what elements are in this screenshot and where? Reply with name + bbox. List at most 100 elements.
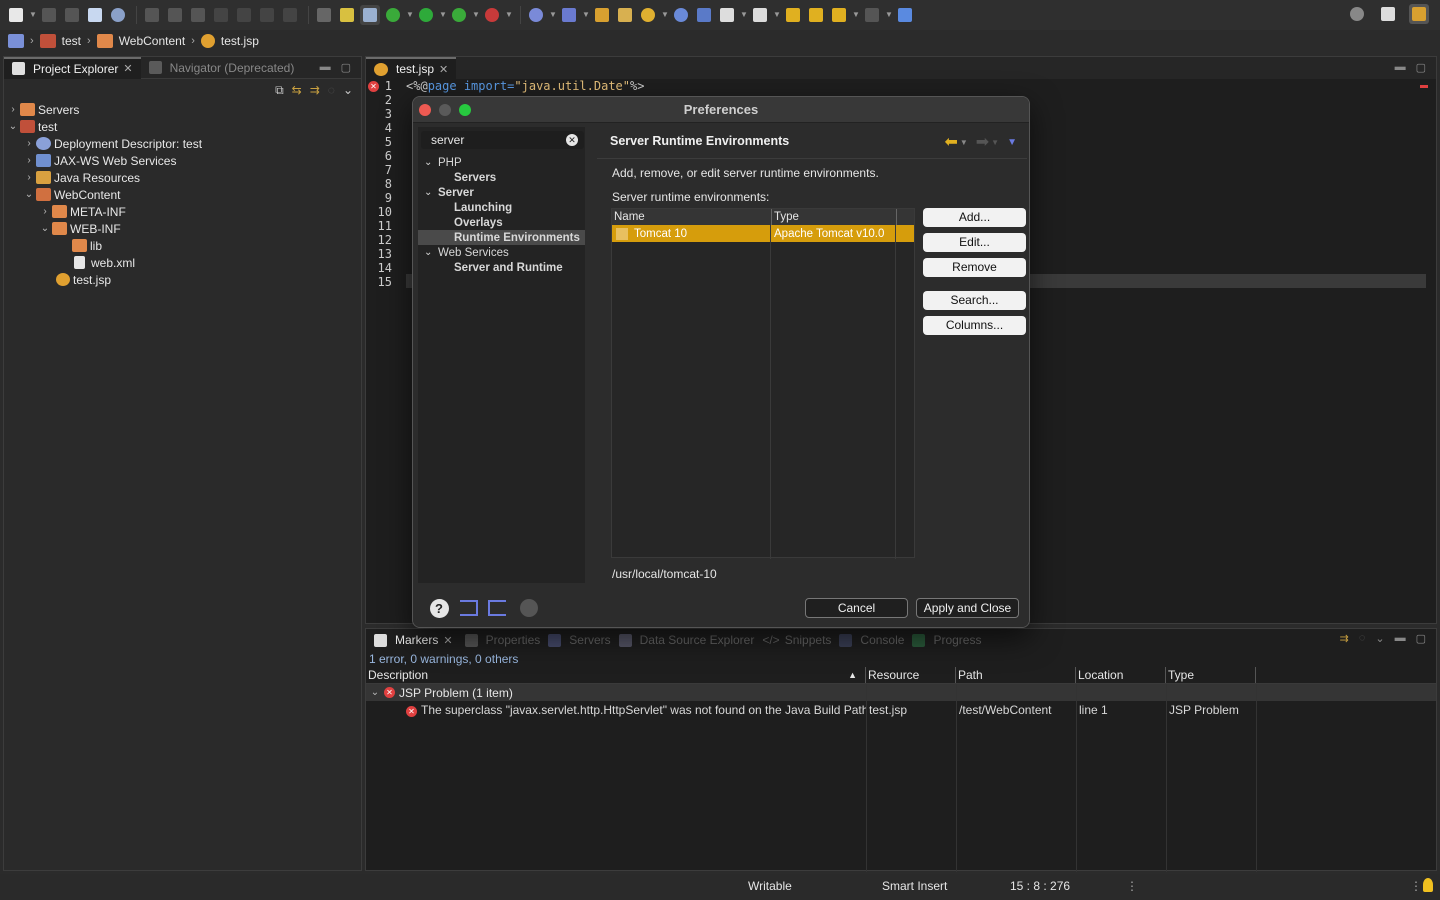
view-menu-icon[interactable]: ▼	[1007, 137, 1017, 148]
filter-icon[interactable]: ⇉	[310, 83, 320, 97]
step-over-icon[interactable]	[257, 5, 277, 25]
last-edit-location-icon[interactable]	[783, 5, 803, 25]
tab-properties[interactable]: Properties	[461, 629, 545, 651]
apply-and-close-button[interactable]: Apply and Close	[916, 598, 1019, 618]
step-into-icon[interactable]	[234, 5, 254, 25]
pref-tree-item-overlays[interactable]: Overlays	[418, 215, 585, 230]
add-button[interactable]: Add...	[923, 208, 1026, 227]
table-row[interactable]: ✕ The superclass "javax.servlet.http.Http…	[366, 701, 1436, 718]
tab-markers[interactable]: Markers ✕	[366, 629, 461, 651]
tab-navigator[interactable]: Navigator (Deprecated)	[141, 57, 303, 79]
back-dropdown-icon[interactable]: ▼	[852, 5, 860, 25]
column-path[interactable]: Path	[956, 667, 1076, 683]
help-icon[interactable]: ?	[429, 598, 449, 618]
chevron-down-icon[interactable]: ⌄	[22, 189, 36, 200]
tree-item-java-resources[interactable]: › Java Resources	[4, 169, 361, 186]
tree-item-deployment-descriptor[interactable]: › Deployment Descriptor: test	[4, 135, 361, 152]
pref-tree-item-server[interactable]: ⌄ Server	[418, 185, 585, 200]
search-icon[interactable]	[638, 5, 658, 25]
tree-item-jax-ws[interactable]: › JAX-WS Web Services	[4, 152, 361, 169]
new-dropdown-icon[interactable]: ▼	[29, 5, 37, 25]
step-return-icon[interactable]	[280, 5, 300, 25]
forward-arrow-icon[interactable]: ➡	[976, 132, 989, 152]
open-type-icon[interactable]	[592, 5, 612, 25]
column-description[interactable]: Description ▲	[366, 667, 866, 683]
chevron-down-icon[interactable]: ⌄	[6, 121, 20, 132]
overview-error-icon[interactable]	[1420, 85, 1428, 88]
breadcrumb-root-icon[interactable]	[8, 34, 24, 48]
previous-annotation-icon[interactable]	[750, 5, 770, 25]
column-resource[interactable]: Resource	[866, 667, 956, 683]
cancel-button[interactable]: Cancel	[805, 598, 908, 618]
annotations-icon[interactable]	[717, 5, 737, 25]
tab-test-jsp[interactable]: test.jsp ✕	[366, 57, 457, 79]
lightbulb-icon[interactable]	[1423, 878, 1433, 892]
new-class-dropdown-icon[interactable]: ▼	[582, 5, 590, 25]
tree-item-test-jsp[interactable]: test.jsp	[4, 271, 361, 288]
record-icon[interactable]	[519, 598, 539, 618]
collapse-all-icon[interactable]: ⧉	[275, 83, 284, 98]
tree-item-servers[interactable]: › Servers	[4, 101, 361, 118]
close-icon[interactable]: ✕	[443, 634, 452, 647]
java-ee-perspective-icon[interactable]	[1409, 4, 1429, 24]
pin-editor-icon[interactable]	[895, 5, 915, 25]
skip-breakpoints-icon[interactable]	[108, 5, 128, 25]
search-dropdown-icon[interactable]: ▼	[661, 5, 669, 25]
status-menu-icon[interactable]: ⋮	[1126, 879, 1138, 893]
minimize-icon[interactable]: ▬	[1395, 61, 1406, 74]
open-console-icon[interactable]	[85, 5, 105, 25]
filter-icon[interactable]: ⇉	[1340, 632, 1349, 645]
maximize-icon[interactable]: ▢	[1416, 61, 1426, 74]
markers-group-row[interactable]: ⌄ ✕ JSP Problem (1 item)	[366, 684, 1436, 701]
new-class-icon[interactable]	[559, 5, 579, 25]
close-icon[interactable]: ✕	[123, 62, 132, 75]
chevron-down-icon[interactable]: ⌄	[38, 223, 52, 234]
tab-snippets[interactable]: </> Snippets	[758, 629, 835, 651]
forward-dropdown-icon[interactable]: ▼	[991, 138, 999, 147]
filter-input[interactable]: server ✕	[421, 131, 584, 149]
tab-console[interactable]: Console	[835, 629, 908, 651]
previous-annotation-dropdown-icon[interactable]: ▼	[773, 5, 781, 25]
disconnect-icon[interactable]	[211, 5, 231, 25]
tab-project-explorer[interactable]: Project Explorer ✕	[4, 56, 141, 79]
maximize-icon[interactable]: ▢	[341, 61, 351, 74]
new-icon[interactable]	[6, 5, 26, 25]
pref-tree-item-web-services[interactable]: ⌄ Web Services	[418, 245, 585, 260]
debug-icon[interactable]	[383, 5, 403, 25]
tree-item-meta-inf[interactable]: › META-INF	[4, 203, 361, 220]
back-icon[interactable]	[829, 5, 849, 25]
clear-filter-icon[interactable]: ✕	[566, 134, 578, 146]
column-type[interactable]: Type	[772, 209, 897, 225]
toggle-mark-occurrences-icon[interactable]	[337, 5, 357, 25]
chevron-down-icon[interactable]: ⌄	[424, 187, 438, 198]
toggle-menu-icon[interactable]	[314, 5, 334, 25]
chevron-right-icon[interactable]: ›	[22, 138, 36, 149]
minimize-icon[interactable]: ▬	[1395, 632, 1406, 645]
view-menu-icon[interactable]: ⌄	[343, 83, 353, 97]
external-tools-icon[interactable]	[482, 5, 502, 25]
column-name[interactable]: Name	[612, 209, 772, 225]
chevron-down-icon[interactable]: ⌄	[424, 157, 438, 168]
tree-item-webcontent[interactable]: ⌄ WebContent	[4, 186, 361, 203]
chevron-right-icon[interactable]: ›	[38, 206, 52, 217]
run-icon[interactable]	[416, 5, 436, 25]
pref-tree-item-launching[interactable]: Launching	[418, 200, 585, 215]
save-all-icon[interactable]	[62, 5, 82, 25]
minimize-icon[interactable]: ▬	[320, 61, 331, 74]
pref-tree-item-php-servers[interactable]: Servers	[418, 170, 585, 185]
search-button[interactable]: Search...	[923, 291, 1026, 310]
pref-tree-item-server-and-runtime[interactable]: Server and Runtime	[418, 260, 585, 275]
link-with-editor-icon[interactable]: ⇆	[292, 83, 302, 97]
view-menu-icon[interactable]: ⌄	[1375, 632, 1384, 645]
columns-button[interactable]: Columns...	[923, 316, 1026, 335]
block-selection-icon[interactable]	[360, 5, 380, 25]
remove-button[interactable]: Remove	[923, 258, 1026, 277]
next-edit-icon[interactable]	[806, 5, 826, 25]
back-dropdown-icon[interactable]: ▼	[960, 138, 968, 147]
breadcrumb-item-file[interactable]: test.jsp	[221, 34, 259, 48]
tab-progress[interactable]: Progress	[908, 629, 985, 651]
tree-item-web-xml[interactable]: web.xml	[4, 254, 361, 271]
maximize-icon[interactable]: ▢	[1416, 632, 1426, 645]
debug-dropdown-icon[interactable]: ▼	[406, 5, 414, 25]
web-services-icon[interactable]	[694, 5, 714, 25]
